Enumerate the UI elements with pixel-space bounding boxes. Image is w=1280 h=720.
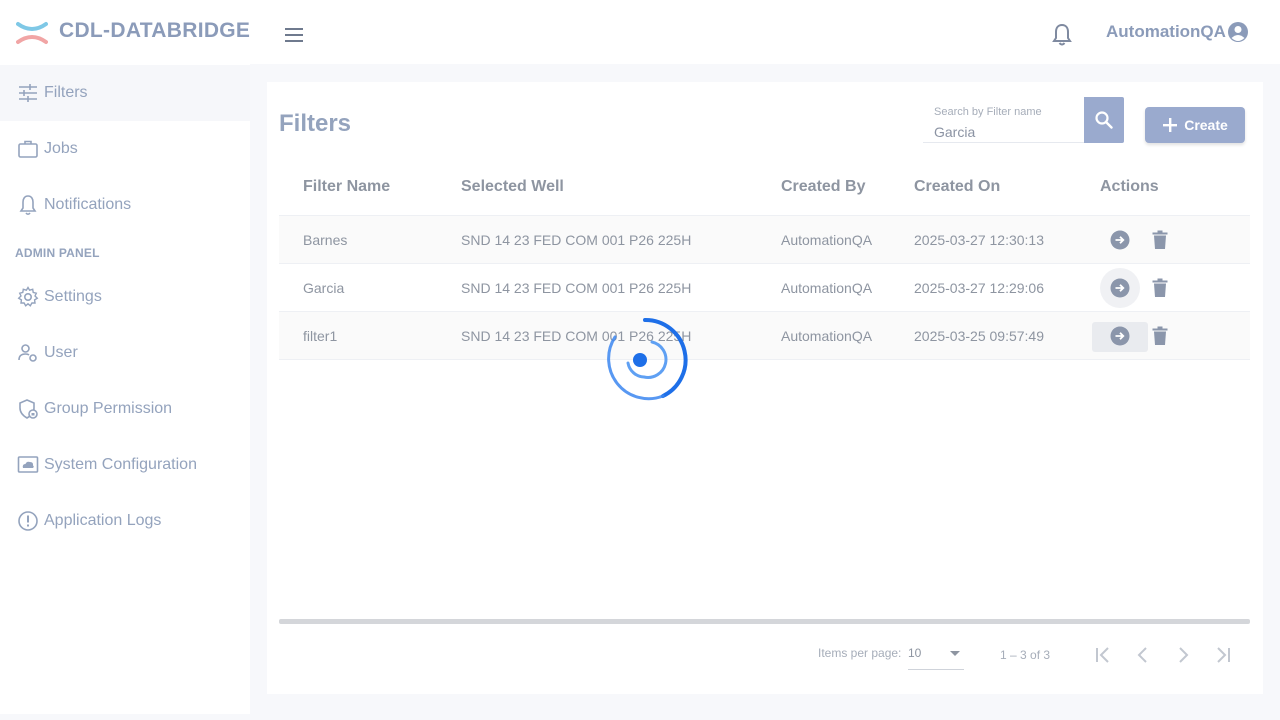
sidebar-item-label: Group Permission: [44, 400, 173, 417]
sidebar-item-label: User: [44, 344, 78, 361]
items-per-page-select[interactable]: 10: [908, 642, 964, 670]
delete-icon[interactable]: [1152, 230, 1168, 250]
cell-filter-name: Garcia: [303, 280, 345, 296]
cell-filter-name: filter1: [303, 328, 338, 344]
logo: [16, 20, 48, 46]
sidebar-item-label: Jobs: [44, 140, 78, 157]
cell-filter-name: Barnes: [303, 232, 348, 248]
bell-icon[interactable]: [1050, 22, 1074, 48]
column-header[interactable]: Filter Name: [303, 178, 390, 196]
sidebar-item-notifications[interactable]: Notifications: [0, 177, 250, 233]
sidebar-item-label: Application Logs: [44, 512, 162, 529]
account-circle-icon: [1227, 22, 1248, 42]
last-page-icon[interactable]: [1211, 643, 1235, 667]
admin-panel-heading: ADMIN PANEL: [15, 246, 100, 260]
sidebar-item-user[interactable]: User: [0, 325, 250, 381]
column-header: Actions: [1100, 178, 1159, 195]
search-label: Search by Filter name: [934, 106, 1042, 118]
bell-icon: [19, 195, 37, 216]
delete-icon[interactable]: [1152, 326, 1168, 346]
create-label: Create: [1184, 117, 1228, 133]
plus-icon: [1163, 118, 1178, 132]
logo-icon: [16, 22, 48, 44]
cell-created-on: 2025-03-27 12:29:06: [914, 280, 1044, 296]
page-range-label: 1 – 3 of 3: [1000, 648, 1051, 662]
sidebar-item-label: Notifications: [44, 196, 132, 213]
table-row[interactable]: Barnes SND 14 23 FED COM 001 P26 225H Au…: [279, 216, 1250, 264]
cell-selected-well: SND 14 23 FED COM 001 P26 225H: [461, 232, 692, 248]
sidebar-item-settings[interactable]: Settings: [0, 269, 250, 325]
alert-circle-icon: [18, 511, 38, 531]
column-header[interactable]: Created By: [781, 178, 865, 196]
arrow-right-circle-icon[interactable]: [1110, 278, 1130, 298]
user-menu[interactable]: AutomationQA: [1106, 21, 1249, 43]
items-per-page-label: Items per page:: [818, 646, 902, 660]
search-button[interactable]: [1084, 97, 1124, 143]
cell-created-on: 2025-03-27 12:30:13: [914, 232, 1044, 248]
user-settings-icon: [18, 344, 37, 362]
filters-card: Filters Search by Filter name Create Fil…: [267, 82, 1263, 694]
menu-icon[interactable]: [283, 24, 307, 46]
sidebar-item-system-configuration[interactable]: System Configuration: [0, 437, 250, 493]
cell-created-on: 2025-03-25 09:57:49: [914, 328, 1044, 344]
horizontal-scrollbar[interactable]: [279, 619, 1250, 624]
cell-selected-well: SND 14 23 FED COM 001 P26 225H: [461, 280, 692, 296]
column-header[interactable]: Created On: [914, 178, 1000, 196]
page-title: Filters: [279, 110, 352, 137]
briefcase-icon: [18, 140, 38, 158]
chevron-down-icon: [950, 651, 960, 656]
sidebar-item-label: Settings: [44, 288, 102, 305]
sidebar-item-group-permission[interactable]: Group Permission: [0, 381, 250, 437]
search-field[interactable]: Search by Filter name: [923, 96, 1085, 143]
cell-created-by: AutomationQA: [781, 232, 873, 248]
cell-created-by: AutomationQA: [781, 328, 873, 344]
sidebar-item-application-logs[interactable]: Application Logs: [0, 493, 250, 549]
first-page-icon[interactable]: [1091, 643, 1115, 667]
table-row[interactable]: filter1 SND 14 23 FED COM 001 P26 225H A…: [279, 312, 1250, 360]
table-row[interactable]: Garcia SND 14 23 FED COM 001 P26 225H Au…: [279, 264, 1250, 312]
top-app-bar: CDL-DATABRIDGE AutomationQA: [0, 0, 1280, 64]
cell-created-by: AutomationQA: [781, 280, 873, 296]
sidebar: Filters Jobs Notifications ADMIN PANEL S…: [0, 64, 250, 714]
sidebar-item-jobs[interactable]: Jobs: [0, 121, 250, 177]
search-icon: [1095, 111, 1113, 129]
cloud-monitor-icon: [17, 456, 39, 473]
filters-table: Filter Name Selected Well Created By Cre…: [279, 160, 1250, 360]
loading-spinner-icon: [607, 317, 688, 401]
sidebar-item-label: Filters: [44, 84, 88, 101]
user-name: AutomationQA: [1106, 22, 1226, 41]
tune-icon: [19, 84, 37, 102]
sidebar-item-filters[interactable]: Filters: [0, 65, 250, 121]
search-input[interactable]: [934, 122, 1074, 142]
delete-icon[interactable]: [1152, 278, 1168, 298]
previous-page-icon[interactable]: [1131, 643, 1155, 667]
column-header[interactable]: Selected Well: [461, 178, 564, 196]
arrow-right-circle-icon[interactable]: [1110, 230, 1130, 250]
sidebar-item-label: System Configuration: [44, 456, 197, 473]
brand-name: CDL-DATABRIDGE: [59, 19, 251, 42]
gear-icon: [17, 286, 39, 307]
table-header: Filter Name Selected Well Created By Cre…: [279, 160, 1250, 216]
next-page-icon[interactable]: [1171, 643, 1195, 667]
arrow-right-circle-icon[interactable]: [1110, 326, 1130, 346]
shield-lock-icon: [19, 399, 38, 419]
items-per-page-value: 10: [908, 646, 922, 660]
create-button[interactable]: Create: [1145, 107, 1245, 143]
